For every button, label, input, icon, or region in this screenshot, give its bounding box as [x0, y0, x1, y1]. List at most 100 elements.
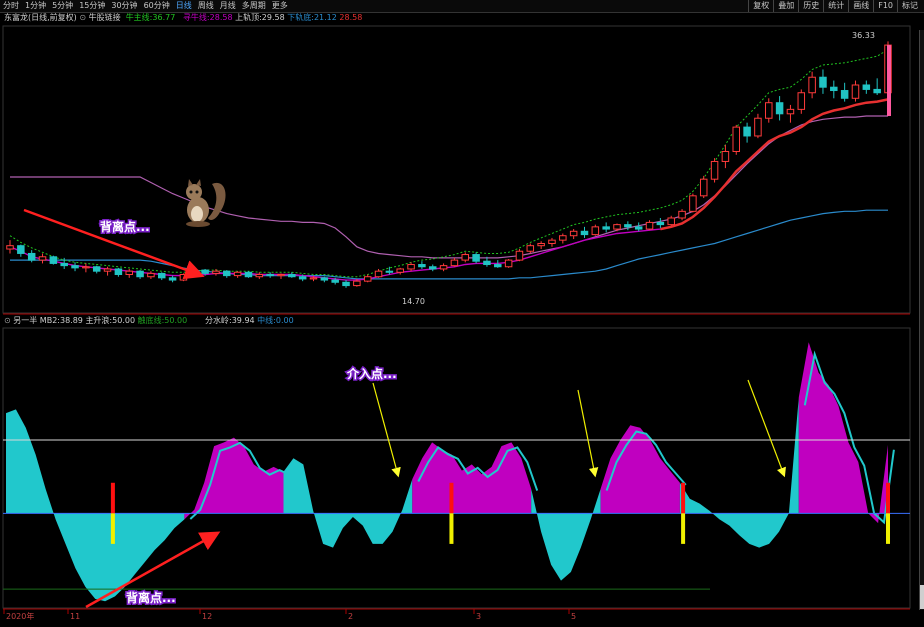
candle	[179, 273, 188, 282]
candle	[266, 272, 274, 278]
candle	[851, 80, 860, 102]
candle	[288, 272, 296, 278]
candle	[689, 193, 697, 213]
divergence-label-top: 背离点...	[100, 219, 150, 234]
candle	[569, 229, 578, 240]
x-tick-label: 2	[348, 612, 353, 621]
candle	[147, 271, 155, 279]
candle	[667, 215, 675, 226]
candle	[559, 233, 567, 244]
candle	[374, 268, 383, 278]
divergence-label-bottom: 背离点...	[126, 590, 176, 605]
candle	[320, 276, 329, 283]
candle	[602, 222, 610, 233]
trail-dotted-line	[9, 49, 889, 278]
candle	[548, 237, 556, 247]
candle	[158, 272, 166, 281]
x-tick-label: 3	[476, 612, 481, 621]
candle	[808, 71, 816, 99]
x-axis-labels: 2020年 11 12 2 3 5	[3, 609, 576, 621]
signal-yellow-bar	[110, 513, 115, 544]
signal-yellow-bar	[681, 513, 686, 544]
candle	[38, 253, 47, 264]
upper-band-line	[10, 115, 888, 259]
osc-area-magenta	[412, 442, 532, 514]
candle	[634, 222, 643, 232]
candle	[504, 258, 513, 268]
x-tick-label: 11	[70, 612, 80, 621]
entry-arrow-1	[372, 382, 401, 478]
candle	[754, 113, 762, 139]
candle	[418, 261, 426, 269]
candle	[515, 249, 524, 262]
osc-area-cyan	[6, 409, 185, 602]
candle	[580, 226, 589, 238]
candle	[255, 272, 264, 279]
signal-red-bar	[886, 482, 890, 514]
signal-red-bar	[449, 482, 454, 514]
candle	[656, 217, 665, 228]
candle	[775, 96, 784, 121]
candle	[407, 262, 415, 272]
scrollbar-thumb[interactable]	[920, 585, 924, 609]
candle	[732, 124, 740, 155]
main-panel-frame	[2, 25, 911, 314]
candle	[830, 80, 838, 99]
candle	[49, 255, 58, 265]
highlight-bar	[887, 45, 891, 117]
candle	[363, 274, 372, 283]
osc-area-cyan	[283, 458, 413, 548]
candle	[678, 209, 686, 221]
candle	[450, 257, 459, 267]
candle	[797, 89, 806, 114]
candle	[819, 69, 827, 94]
candle	[873, 78, 881, 95]
candle	[92, 265, 101, 274]
candle	[71, 262, 79, 272]
entry-label: 介入点...	[346, 366, 397, 381]
candle	[17, 244, 25, 257]
signal-red-bar	[110, 482, 115, 514]
osc-area-magenta	[184, 437, 284, 520]
osc-area-magenta	[600, 425, 680, 514]
min-price-label: 14.70	[402, 297, 425, 306]
squirrel-icon	[186, 179, 226, 227]
candle	[743, 122, 751, 143]
candle	[168, 275, 177, 283]
entry-arrow-3	[747, 379, 786, 478]
signal-yellow-bar	[886, 513, 890, 544]
candle	[6, 240, 14, 254]
candle	[710, 158, 719, 183]
osc-area-cyan	[679, 397, 799, 548]
candle	[244, 271, 253, 278]
candle	[82, 263, 90, 273]
candle	[461, 252, 470, 263]
candle	[765, 98, 773, 123]
candle	[114, 267, 123, 277]
candle	[862, 80, 871, 94]
signal-red-bar	[681, 482, 686, 514]
candle	[699, 175, 708, 199]
candle	[342, 280, 350, 288]
entry-arrow-2	[577, 389, 599, 478]
candle	[645, 220, 654, 231]
candle	[526, 243, 535, 254]
candle	[27, 250, 36, 263]
osc-area-cyan	[531, 488, 601, 581]
scrollbar[interactable]	[919, 30, 924, 610]
candle	[439, 263, 448, 272]
candle	[591, 224, 600, 236]
x-tick-label: 2020年	[6, 611, 34, 621]
candle	[428, 264, 437, 272]
x-tick-label: 12	[202, 612, 212, 621]
candle	[396, 267, 404, 275]
candle	[233, 271, 242, 278]
candle	[223, 270, 231, 278]
candle	[472, 252, 480, 264]
chart-canvas[interactable]: 36.33 14.70 背离点... 介入点... 背离点... 2020年 11…	[0, 0, 924, 627]
candle	[840, 82, 849, 102]
candle	[136, 270, 144, 279]
x-tick-label: 5	[571, 612, 576, 621]
max-price-label: 36.33	[852, 31, 875, 40]
signal-yellow-bar	[449, 513, 454, 544]
